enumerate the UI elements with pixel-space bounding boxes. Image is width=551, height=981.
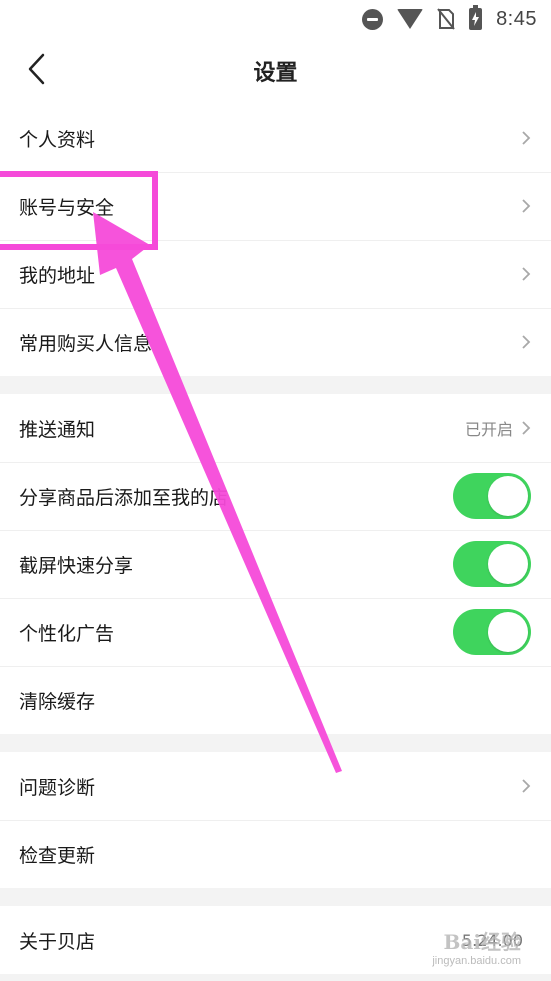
section-divider: [0, 376, 551, 394]
status-time: 8:45: [496, 7, 537, 30]
item-label: 账号与安全: [19, 196, 115, 219]
chevron-left-icon: [27, 53, 45, 89]
account-security-item[interactable]: 账号与安全: [0, 172, 551, 240]
item-label: 个性化广告: [19, 622, 115, 645]
notification-section: 推送通知 已开启 分享商品后添加至我的店 截屏快速分享 个性化广告 清除缓存: [0, 394, 551, 734]
item-label: 分享商品后添加至我的店: [19, 486, 229, 509]
personal-profile-item[interactable]: 个人资料: [0, 104, 551, 172]
section-divider: [0, 888, 551, 906]
toggle-knob: [488, 476, 528, 516]
personalized-ads-item: 个性化广告: [0, 598, 551, 666]
screenshot-share-toggle[interactable]: [453, 541, 531, 587]
section-divider: [0, 734, 551, 752]
chevron-right-icon: [521, 198, 531, 214]
share-add-toggle[interactable]: [453, 473, 531, 519]
account-section: 个人资料 账号与安全 我的地址 常用购买人信息: [0, 104, 551, 376]
toggle-knob: [488, 544, 528, 584]
push-notification-item[interactable]: 推送通知 已开启: [0, 394, 551, 462]
status-bar: 8:45: [0, 0, 551, 38]
item-label: 问题诊断: [19, 776, 96, 799]
about-beidian-item[interactable]: 关于贝店 5.24.00: [0, 906, 551, 974]
chevron-right-icon: [521, 778, 531, 794]
item-value: 已开启: [464, 420, 513, 439]
item-label: 检查更新: [19, 844, 96, 867]
item-label: 关于贝店: [19, 930, 96, 953]
bottom-divider: [0, 974, 551, 981]
do-not-disturb-icon: [362, 8, 384, 30]
check-update-item[interactable]: 检查更新: [0, 820, 551, 888]
personalized-ads-toggle[interactable]: [453, 609, 531, 655]
wifi-icon: [397, 9, 424, 29]
frequent-buyer-info-item[interactable]: 常用购买人信息: [0, 308, 551, 376]
chevron-right-icon: [521, 334, 531, 350]
toggle-knob: [488, 612, 528, 652]
item-label: 个人资料: [19, 128, 96, 151]
page-title: 设置: [253, 61, 298, 86]
back-button[interactable]: [18, 52, 54, 90]
chevron-right-icon: [521, 420, 531, 436]
share-add-to-store-item: 分享商品后添加至我的店: [0, 462, 551, 530]
chevron-right-icon: [521, 266, 531, 282]
item-label: 推送通知: [19, 418, 96, 441]
version-value: 5.24.00: [461, 930, 523, 950]
chevron-right-icon: [521, 130, 531, 146]
item-label: 清除缓存: [19, 690, 96, 713]
problem-diagnosis-item[interactable]: 问题诊断: [0, 752, 551, 820]
clear-cache-item[interactable]: 清除缓存: [0, 666, 551, 734]
no-sim-icon: [437, 8, 455, 30]
my-address-item[interactable]: 我的地址: [0, 240, 551, 308]
battery-charging-icon: [469, 5, 483, 30]
about-section: 关于贝店 5.24.00: [0, 906, 551, 974]
item-label: 常用购买人信息: [19, 332, 153, 355]
support-section: 问题诊断 检查更新: [0, 752, 551, 888]
item-label: 我的地址: [19, 264, 96, 287]
navigation-bar: 设置: [0, 38, 551, 104]
item-label: 截屏快速分享: [19, 554, 134, 577]
screenshot-share-item: 截屏快速分享: [0, 530, 551, 598]
